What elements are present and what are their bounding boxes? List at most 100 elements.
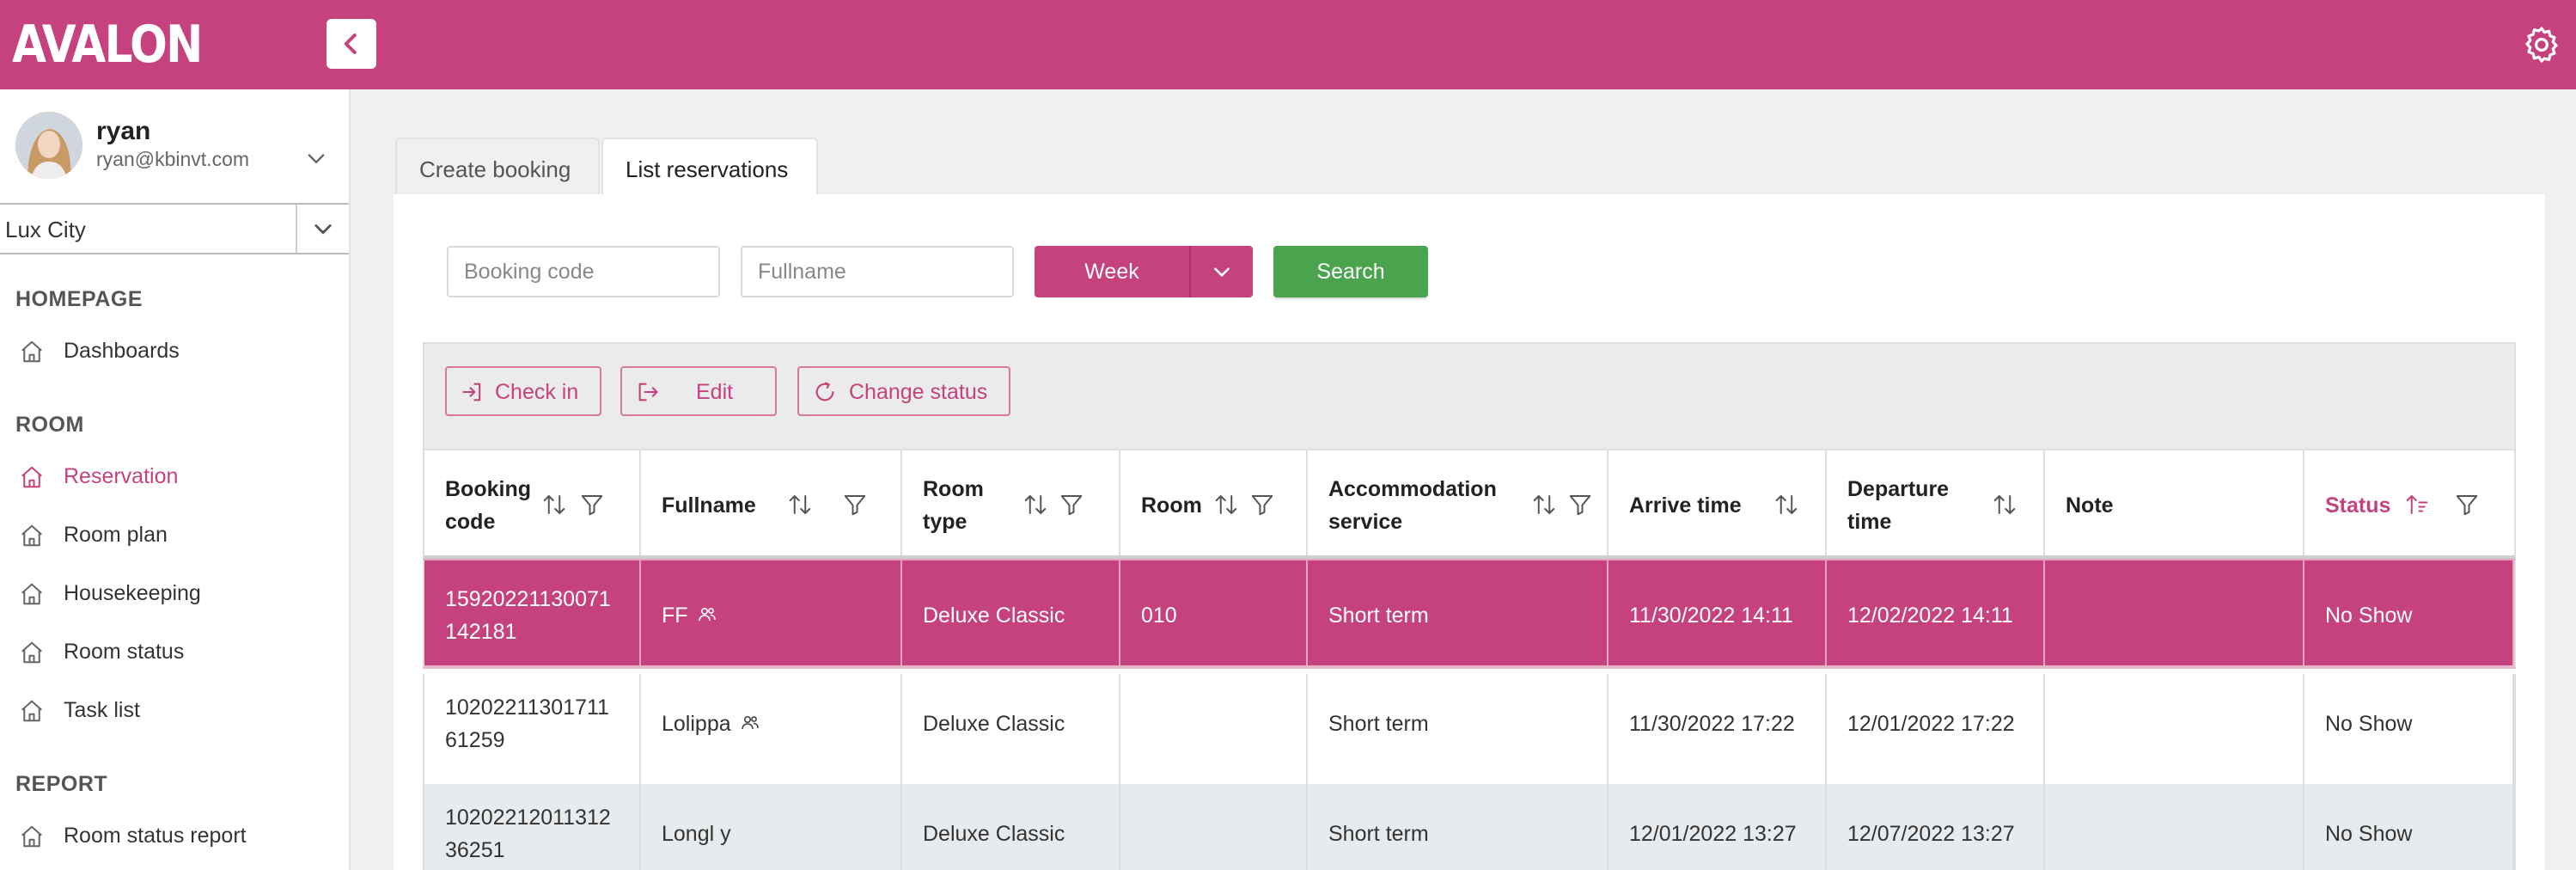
sidebar-item-room-status[interactable]: Room status xyxy=(0,628,349,676)
sidebar-item-housekeeping[interactable]: Housekeeping xyxy=(0,569,349,617)
status-text: No Show xyxy=(2325,712,2413,736)
cell-note xyxy=(2045,784,2304,870)
filter-icon[interactable] xyxy=(1059,492,1084,518)
cell-status: No Show xyxy=(2304,561,2514,665)
sidebar-item-label: Task list xyxy=(64,698,140,722)
cell-fullname: FF xyxy=(641,561,902,665)
booking-code-input[interactable] xyxy=(447,246,720,297)
search-button[interactable]: Search xyxy=(1273,246,1428,297)
column-header-room-type[interactable]: Room type xyxy=(902,450,1120,555)
arrive-text: 11/30/2022 17:22 xyxy=(1629,712,1795,736)
column-header-label: Departure time xyxy=(1847,477,1950,534)
home-icon xyxy=(21,583,42,605)
column-header-label: Arrive time xyxy=(1629,493,1742,518)
user-email: ryan@kbinvt.com xyxy=(96,148,250,170)
nav-section-room: ROOM xyxy=(15,413,84,437)
sidebar-item-task-list[interactable]: Task list xyxy=(0,686,349,734)
column-header-arrive-time[interactable]: Arrive time xyxy=(1608,450,1827,555)
cell-departure-time: 12/01/2022 17:22 xyxy=(1827,674,2045,784)
tab-create-booking[interactable]: Create booking xyxy=(395,138,600,196)
column-header-status[interactable]: Status xyxy=(2304,450,2514,555)
filter-icon[interactable] xyxy=(842,492,868,518)
column-header-room[interactable]: Room xyxy=(1120,450,1308,555)
tab-list-reservations[interactable]: List reservations xyxy=(601,138,818,196)
home-icon xyxy=(21,700,42,722)
sort-icon[interactable] xyxy=(541,492,567,518)
cell-status: No Show xyxy=(2304,674,2514,784)
edit-button[interactable]: Edit xyxy=(620,366,777,416)
sort-icon[interactable] xyxy=(1213,492,1239,518)
sidebar-item-room-plan[interactable]: Room plan xyxy=(0,511,349,559)
check-in-button[interactable]: Check in xyxy=(445,366,601,416)
sort-ascending-icon[interactable] xyxy=(2404,492,2430,518)
sidebar-item-dashboards[interactable]: Dashboards xyxy=(0,327,349,375)
cell-room xyxy=(1120,674,1308,784)
fullname-text: Longl y xyxy=(662,822,731,846)
cell-booking-code: 10202211301711 61259 xyxy=(424,674,641,784)
filter-icon[interactable] xyxy=(579,492,605,518)
chevron-down-icon[interactable] xyxy=(304,146,328,170)
sidebar-item-label: Dashboards xyxy=(64,339,180,363)
fullname-text: Lolippa xyxy=(662,712,731,736)
column-header-label: Room xyxy=(1141,493,1202,518)
sidebar-item-reservation[interactable]: Reservation xyxy=(0,452,349,500)
cell-accommodation-service: Short term xyxy=(1308,784,1608,870)
cell-room-type: Deluxe Classic xyxy=(902,561,1120,665)
cell-accommodation-service: Short term xyxy=(1308,674,1608,784)
column-header-fullname[interactable]: Fullname xyxy=(641,450,902,555)
table-row[interactable]: 15920221130071 142181 FF Deluxe Classic … xyxy=(423,559,2516,669)
filter-icon[interactable] xyxy=(1249,492,1275,518)
column-header-label: Accommodation service xyxy=(1328,477,1497,534)
cell-accommodation-service: Short term xyxy=(1308,561,1608,665)
sort-icon[interactable] xyxy=(787,492,813,518)
cell-arrive-time: 11/30/2022 17:22 xyxy=(1608,674,1827,784)
sidebar-item-label: Housekeeping xyxy=(64,581,201,605)
login-icon xyxy=(462,383,481,401)
table-row[interactable]: 10202211301711 61259 Lolippa Deluxe Clas… xyxy=(423,674,2516,784)
column-header-note[interactable]: Note xyxy=(2045,450,2304,555)
column-header-departure-time[interactable]: Departure time xyxy=(1827,450,2045,555)
cell-fullname: Lolippa xyxy=(641,674,902,784)
avatar xyxy=(15,112,82,179)
sort-icon[interactable] xyxy=(1531,492,1557,518)
sort-icon[interactable] xyxy=(1992,492,2017,518)
cell-note xyxy=(2045,561,2304,665)
change-status-button[interactable]: Change status xyxy=(797,366,1010,416)
sort-icon[interactable] xyxy=(1773,492,1799,518)
period-select-toggle[interactable] xyxy=(1189,246,1253,297)
cell-arrive-time: 12/01/2022 13:27 xyxy=(1608,784,1827,870)
column-header-booking-code[interactable]: Booking code xyxy=(424,450,641,555)
settings-button[interactable] xyxy=(2521,24,2562,65)
edit-label: Edit xyxy=(696,380,734,404)
sidebar-item-label: Reservation xyxy=(64,464,179,488)
logout-icon xyxy=(638,383,658,401)
cell-arrive-time: 11/30/2022 14:11 xyxy=(1608,561,1827,665)
hotel-select[interactable]: Lux City xyxy=(0,203,349,254)
cell-room xyxy=(1120,784,1308,870)
departure-text: 12/02/2022 14:11 xyxy=(1847,603,2013,628)
period-select[interactable]: Week xyxy=(1035,246,1253,297)
service-text: Short term xyxy=(1328,712,1429,736)
column-header-label: Fullname xyxy=(662,493,756,518)
column-header-label: Room type xyxy=(923,477,984,534)
nav-section-report: REPORT xyxy=(15,772,108,796)
booking-code-line-1: 10202211301711 xyxy=(445,695,609,720)
room-type-text: Deluxe Classic xyxy=(923,822,1065,846)
room-type-text: Deluxe Classic xyxy=(923,603,1065,628)
home-icon xyxy=(21,641,42,664)
booking-code-line-2: 36251 xyxy=(445,838,505,862)
user-profile[interactable]: ryan ryan@kbinvt.com xyxy=(0,89,349,203)
cell-room-type: Deluxe Classic xyxy=(902,674,1120,784)
sort-icon[interactable] xyxy=(1022,492,1048,518)
hotel-select-toggle[interactable] xyxy=(296,205,349,253)
collapse-sidebar-button[interactable] xyxy=(327,19,376,69)
booking-code-line-2: 142181 xyxy=(445,620,517,644)
table-row[interactable]: 10202212011312 36251 Longl y Deluxe Clas… xyxy=(423,784,2516,870)
column-header-accommodation-service[interactable]: Accommodation service xyxy=(1308,450,1608,555)
filter-icon[interactable] xyxy=(1567,492,1593,518)
sidebar-item-room-status-report[interactable]: Room status report xyxy=(0,812,349,860)
filter-icon[interactable] xyxy=(2454,492,2480,518)
fullname-input[interactable] xyxy=(741,246,1014,297)
booking-code-line-1: 15920221130071 xyxy=(445,587,611,611)
table-header: Booking code Fullname Room type Room Acc… xyxy=(423,449,2516,559)
